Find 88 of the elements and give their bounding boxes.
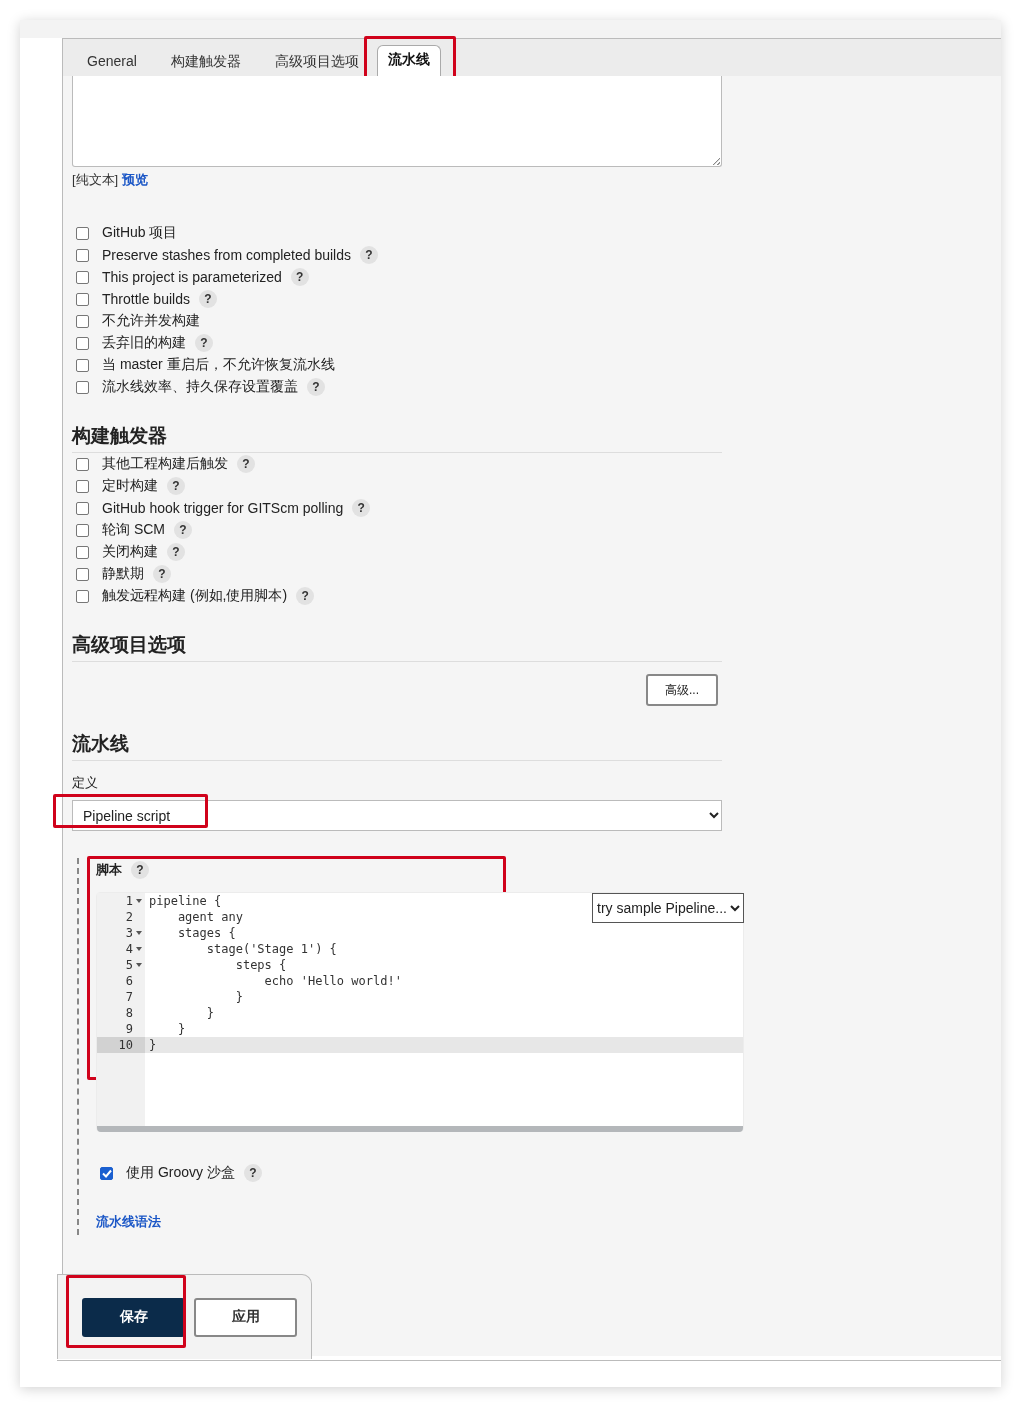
chevron-icon xyxy=(709,812,719,819)
option-label: 触发远程构建 (例如,使用脚本) xyxy=(102,587,288,605)
code-line: steps { xyxy=(234,957,287,973)
checkbox[interactable] xyxy=(76,248,89,262)
code-line: echo 'Hello world!' xyxy=(263,973,402,989)
option-label: GitHub 项目 xyxy=(102,224,178,242)
option-label: 定时构建 xyxy=(102,477,158,495)
section-heading: 流水线 xyxy=(72,731,722,761)
line-number: 1 xyxy=(97,893,145,909)
help-icon[interactable]: ? xyxy=(167,477,185,495)
help-icon[interactable]: ? xyxy=(174,521,192,539)
checkbox[interactable] xyxy=(76,479,89,493)
checkbox[interactable] xyxy=(76,589,89,603)
code-editor[interactable]: 1 pipeline { 2 agent any 3 stages { 4 stage('Stage 1') { 5 steps { 6 echo 'Hello world!' 7 } 8 } 9 } 10 } try sample Pipeline... xyxy=(96,892,744,1132)
resize-grip-icon xyxy=(713,158,720,165)
definition-label: 定义 xyxy=(72,774,99,792)
code-line: agent any xyxy=(176,909,243,925)
help-icon[interactable]: ? xyxy=(307,378,325,396)
description-field[interactable] xyxy=(72,76,722,167)
code-line: } xyxy=(176,1021,186,1037)
checkbox[interactable] xyxy=(76,336,89,350)
preview-link[interactable]: 预览 xyxy=(121,172,148,187)
checkbox[interactable] xyxy=(100,1166,113,1180)
option-label: Preserve stashes from completed builds xyxy=(102,247,351,263)
line-number: 2 xyxy=(124,909,134,925)
tab[interactable]: 构建触发器 xyxy=(154,48,257,76)
sample-select[interactable]: try sample Pipeline... xyxy=(592,893,744,923)
code-line: stage('Stage 1') { xyxy=(205,941,337,957)
checkbox[interactable] xyxy=(76,292,89,306)
tab[interactable]: 流水线 xyxy=(376,45,441,76)
help-icon[interactable]: ? xyxy=(198,290,217,308)
checkbox[interactable] xyxy=(76,314,89,328)
line-number: 3 xyxy=(97,925,145,941)
chevron-icon xyxy=(730,904,740,912)
help-icon[interactable]: ? xyxy=(195,334,213,352)
line-number: 5 xyxy=(97,957,145,973)
checkbox[interactable] xyxy=(76,545,89,559)
help-icon[interactable]: ? xyxy=(243,1164,262,1182)
line-number: 8 xyxy=(124,1005,134,1021)
option-label: 流水线效率、持久保存设置覆盖 xyxy=(102,378,298,396)
help-icon[interactable]: ? xyxy=(352,499,371,517)
checkbox[interactable] xyxy=(76,358,89,372)
advanced-button[interactable]: 高级... xyxy=(646,674,718,706)
checkbox[interactable] xyxy=(76,226,89,240)
format-label: [纯文本] xyxy=(72,172,119,187)
code-line: } xyxy=(205,1005,215,1021)
code-line: pipeline { xyxy=(148,893,222,909)
help-icon[interactable]: ? xyxy=(296,587,315,605)
help-icon[interactable]: ? xyxy=(237,455,255,473)
option-label: 关闭构建 xyxy=(102,543,158,561)
help-icon[interactable]: ? xyxy=(153,565,171,583)
option-label: 当 master 重启后，不允许恢复流水线 xyxy=(102,356,335,374)
help-icon[interactable]: ? xyxy=(360,246,378,264)
line-number: 6 xyxy=(124,973,134,989)
apply-button[interactable]: 应用 xyxy=(194,1297,297,1337)
checkbox[interactable] xyxy=(76,567,89,581)
script-label: 脚本 xyxy=(96,861,122,879)
help-icon[interactable]: ? xyxy=(131,861,149,879)
pipeline-syntax-link[interactable]: 流水线语法 xyxy=(96,1214,161,1229)
code-line: } xyxy=(148,1037,157,1053)
code-line: } xyxy=(234,989,243,1005)
option-label: This project is parameterized xyxy=(102,269,282,285)
help-icon[interactable]: ? xyxy=(290,268,309,286)
option-label: 轮询 SCM xyxy=(102,521,165,539)
checkbox[interactable] xyxy=(76,501,89,515)
option-label: 静默期 xyxy=(102,565,144,583)
option-label: Throttle builds xyxy=(102,291,190,307)
option-label: 丢弃旧的构建 xyxy=(102,334,186,352)
tab[interactable]: General xyxy=(71,48,153,76)
checkbox[interactable] xyxy=(76,380,89,394)
section-heading: 高级项目选项 xyxy=(72,632,722,662)
option-label: 其他工程构建后触发 xyxy=(102,455,228,473)
option-label: 不允许并发构建 xyxy=(102,312,200,330)
line-number: 4 xyxy=(97,941,145,957)
checkbox[interactable] xyxy=(76,523,89,537)
help-icon[interactable]: ? xyxy=(167,543,185,561)
checkbox[interactable] xyxy=(76,457,89,471)
section-heading: 构建触发器 xyxy=(72,423,722,453)
line-number: 9 xyxy=(124,1021,134,1037)
save-button[interactable]: 保存 xyxy=(82,1297,185,1337)
code-line: stages { xyxy=(176,925,236,941)
line-number: 7 xyxy=(124,989,134,1005)
option-label: 使用 Groovy 沙盒 xyxy=(126,1164,235,1182)
tab[interactable]: 高级项目选项 xyxy=(258,48,375,76)
option-label: GitHub hook trigger for GITScm polling xyxy=(102,500,344,516)
definition-select[interactable]: Pipeline script xyxy=(72,800,722,831)
checkbox[interactable] xyxy=(76,270,89,284)
line-number: 10 xyxy=(97,1037,145,1053)
